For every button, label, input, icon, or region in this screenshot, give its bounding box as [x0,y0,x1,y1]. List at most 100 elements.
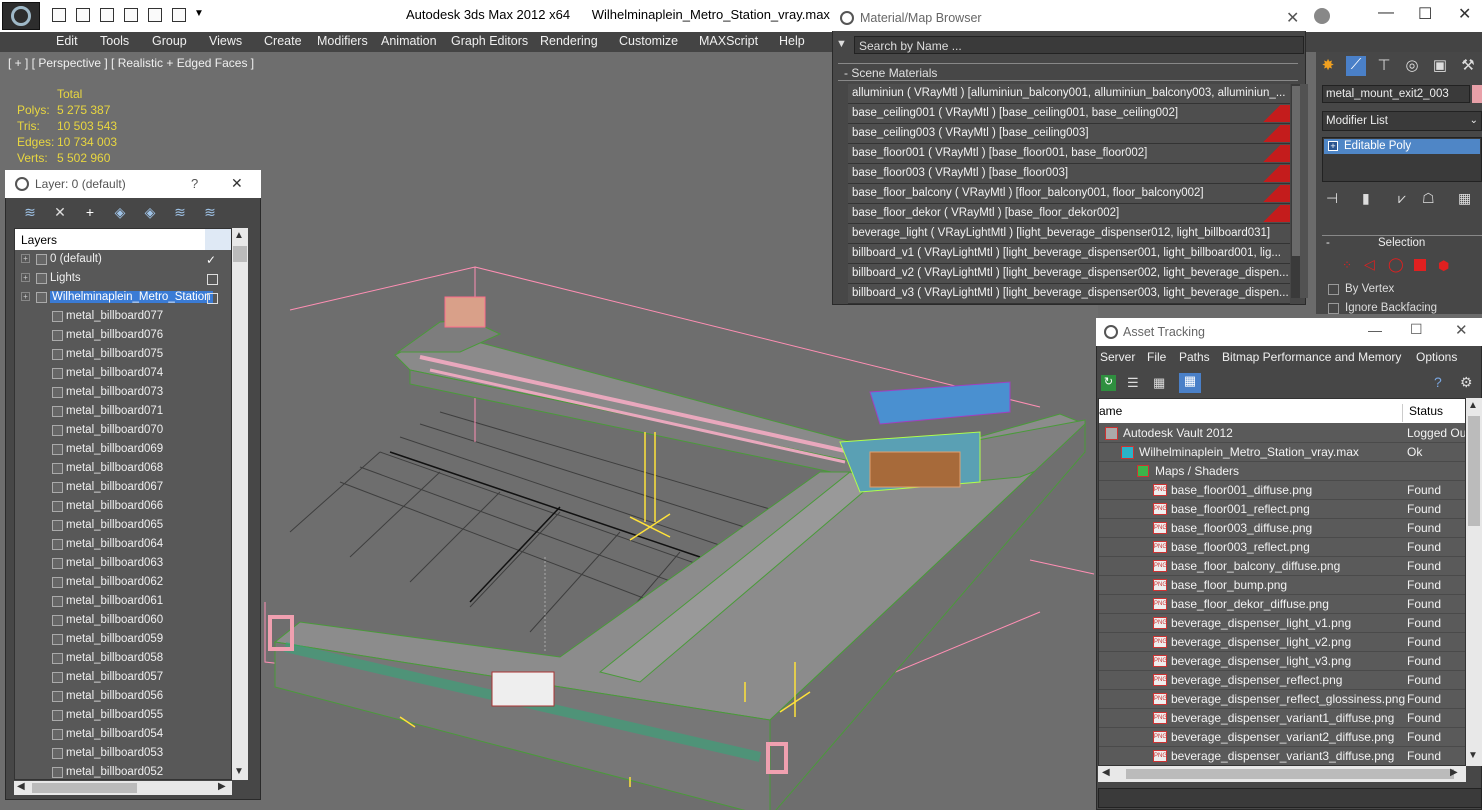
menu-animation[interactable]: Animation [381,34,437,48]
maximize-icon[interactable]: ☐ [1418,4,1432,24]
asset-row[interactable]: PNG beverage_dispenser_variant3_diffuse.p… [1099,747,1465,765]
menu-edit[interactable]: Edit [56,34,78,48]
material-row[interactable]: base_floor001 ( VRayMtl ) [base_floor001… [848,144,1290,164]
layer-row[interactable]: metal_billboard053 [16,745,231,764]
open-file-icon[interactable] [52,8,66,22]
asset-row[interactable]: PNG base_floor_dekor_diffuse.png Found [1099,595,1465,614]
modifier-stack-item[interactable]: Editable Poly [1324,139,1480,154]
border-subobject-icon[interactable]: ◯ [1388,256,1404,273]
layer-row[interactable]: metal_billboard073 [16,384,231,403]
asset-tracking-titlebar[interactable]: Asset Tracking — ☐ ✕ [1096,318,1482,346]
help-icon[interactable]: ? [1434,374,1442,390]
thumbnail-view-icon[interactable]: ▦ [1153,375,1165,391]
layer-row[interactable]: metal_billboard068 [16,460,231,479]
select-objects-icon[interactable]: ◈ [112,204,128,220]
layers-list[interactable]: 0 (default) + Lights + Wilhelminaplein_Metro… [14,228,232,780]
layer-row[interactable]: metal_billboard054 [16,726,231,745]
material-row[interactable]: billboard_v3 ( VRayLightMtl ) [light_bev… [848,284,1290,304]
asset-menu-paths[interactable]: Paths [1179,350,1210,364]
asset-menu-file[interactable]: File [1147,350,1166,364]
close-icon[interactable]: ✕ [1458,4,1471,24]
fetch-icon[interactable] [172,8,186,22]
maximize-icon[interactable]: ☐ [1410,321,1423,338]
display-tab-icon[interactable]: ▣ [1430,56,1450,76]
asset-row[interactable]: PNG base_floor003_reflect.png Found [1099,538,1465,557]
layer-row[interactable]: metal_billboard076 [16,327,231,346]
by-vertex-checkbox[interactable] [1328,284,1339,295]
asset-path-field[interactable] [1098,788,1482,808]
layer-row[interactable]: metal_billboard071 [16,403,231,422]
pin-stack-icon[interactable]: ⊣ [1326,190,1338,207]
material-row[interactable]: base_floor_balcony ( VRayMtl ) [floor_ba… [848,184,1290,204]
scroll-right-icon[interactable]: ▶ [218,781,226,792]
hierarchy-tab-icon[interactable]: ⊤ [1374,56,1394,76]
asset-row[interactable]: Wilhelminaplein_Metro_Station_vray.max Ok [1099,443,1465,462]
scroll-thumb[interactable] [233,246,247,262]
layer-row[interactable]: metal_billboard069 [16,441,231,460]
layer-row[interactable]: metal_billboard075 [16,346,231,365]
asset-menu-server[interactable]: Server [1100,350,1135,364]
scroll-down-icon[interactable]: ▼ [1468,750,1478,761]
menu-views[interactable]: Views [209,34,242,48]
element-subobject-icon[interactable]: ⬢ [1438,258,1449,274]
material-row[interactable]: billboard_v2 ( VRayLightMtl ) [light_bev… [848,264,1290,284]
object-name-field[interactable]: metal_mount_exit2_003 [1322,85,1470,103]
add-to-layer-icon[interactable]: + [82,204,98,220]
layer-row[interactable]: metal_billboard062 [16,574,231,593]
ignore-backfacing-checkbox[interactable] [1328,303,1339,314]
layer-row[interactable]: metal_billboard055 [16,707,231,726]
layer-row[interactable]: metal_billboard067 [16,479,231,498]
asset-horizontal-scrollbar[interactable]: ◀ ▶ [1098,766,1466,782]
layer-row[interactable]: metal_billboard060 [16,612,231,631]
asset-row[interactable]: PNG beverage_dispenser_variant1_diffuse.p… [1099,709,1465,728]
refresh-icon[interactable]: ↻ [1101,375,1116,391]
layer-row[interactable]: metal_billboard058 [16,650,231,669]
edge-subobject-icon[interactable]: ◁ [1364,256,1375,273]
asset-table[interactable]: Autodesk Vault 2012 Logged Ou Wilhelminapl… [1098,398,1466,766]
scene-materials-group[interactable]: - Scene Materials [838,63,1298,81]
material-row[interactable]: base_floor_dekor ( VRayMtl ) [base_floor… [848,204,1290,224]
quick-access-dropdown-icon[interactable]: ▼ [194,8,204,19]
layer-row[interactable]: metal_billboard064 [16,536,231,555]
asset-row[interactable]: PNG beverage_dispenser_reflect_glossiness… [1099,690,1465,709]
layer-row[interactable]: metal_billboard059 [16,631,231,650]
utilities-tab-icon[interactable]: ⚒ [1458,56,1478,76]
info-center-icon[interactable] [1314,8,1330,24]
minimize-icon[interactable]: — [1378,4,1394,22]
asset-row[interactable]: PNG beverage_dispenser_reflect.png Found [1099,671,1465,690]
name-column-header[interactable]: ame [1099,404,1403,422]
layer-row[interactable]: metal_billboard070 [16,422,231,441]
scroll-down-icon[interactable]: ▼ [234,766,244,777]
close-icon[interactable]: ✕ [1455,321,1468,339]
menu-modifiers[interactable]: Modifiers [317,34,368,48]
asset-row[interactable]: PNG beverage_dispenser_light_v3.png Found [1099,652,1465,671]
motion-tab-icon[interactable]: ◎ [1402,56,1422,76]
table-view-icon[interactable]: ▦ [1179,373,1201,393]
hide-toggle-icon[interactable] [207,293,218,304]
asset-menu-bitmap-performance[interactable]: Bitmap Performance and Memory [1222,350,1401,364]
scroll-thumb[interactable] [1468,416,1480,526]
layer-row[interactable]: metal_billboard074 [16,365,231,384]
freeze-all-icon[interactable]: ≋ [202,204,218,220]
new-layer-icon[interactable]: ≋ [22,204,38,220]
asset-row[interactable]: PNG base_floor001_diffuse.png Found [1099,481,1465,500]
close-icon[interactable]: ✕ [1286,8,1299,28]
expand-icon[interactable]: + [21,254,30,263]
layer-row[interactable]: Lights + [16,270,231,289]
asset-row[interactable]: PNG base_floor_bump.png Found [1099,576,1465,595]
layer-row[interactable]: metal_billboard066 [16,498,231,517]
vertex-subobject-icon[interactable]: ⁘ [1342,258,1352,272]
scroll-thumb[interactable] [1292,86,1300,256]
material-browser-titlebar[interactable]: Material/Map Browser ✕ [832,5,1306,31]
hold-icon[interactable] [148,8,162,22]
object-color-swatch[interactable] [1472,85,1482,103]
layer-row[interactable]: Wilhelminaplein_Metro_Station + [16,289,231,308]
layer-row[interactable]: metal_billboard065 [16,517,231,536]
redo-icon[interactable] [124,8,138,22]
material-search-input[interactable]: Search by Name ... [854,36,1304,54]
layer-row[interactable]: metal_billboard063 [16,555,231,574]
app-logo-icon[interactable] [2,2,40,30]
help-icon[interactable]: ? [191,176,198,191]
material-row[interactable]: alluminiun ( VRayMtl ) [alluminiun_balco… [848,84,1290,104]
selection-rollout[interactable]: - Selection [1322,235,1482,250]
